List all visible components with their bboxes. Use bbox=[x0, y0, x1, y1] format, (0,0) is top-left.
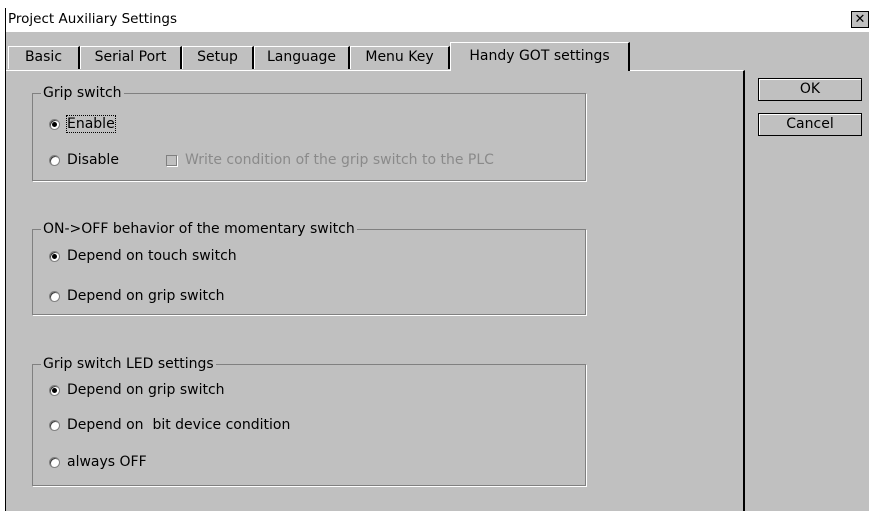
radio-checked-icon bbox=[49, 384, 60, 396]
write-condition-checkbox[interactable]: Write condition of the grip switch to th… bbox=[166, 151, 494, 169]
radio-unchecked-icon bbox=[49, 419, 60, 431]
tab-language[interactable]: Language bbox=[254, 46, 350, 69]
radio-unchecked-icon bbox=[49, 456, 60, 468]
grip-disable-radio[interactable]: Disable bbox=[49, 151, 119, 169]
momentary-switch-title: ON->OFF behavior of the momentary switch bbox=[41, 220, 357, 238]
checkbox-icon bbox=[166, 154, 177, 166]
radio-checked-icon bbox=[49, 118, 60, 130]
radio-unchecked-icon bbox=[49, 290, 60, 302]
grip-disable-label: Disable bbox=[67, 152, 119, 168]
tab-handy-got-settings[interactable]: Handy GOT settings bbox=[450, 42, 630, 71]
grip-switch-title: Grip switch bbox=[41, 84, 124, 102]
tab-menu-key[interactable]: Menu Key bbox=[350, 46, 450, 69]
write-condition-label: Write condition of the grip switch to th… bbox=[185, 152, 494, 168]
window-title: Project Auxiliary Settings bbox=[8, 11, 177, 27]
grip-switch-label: Depend on grip switch bbox=[67, 288, 225, 304]
ok-button[interactable]: OK bbox=[758, 78, 862, 101]
radio-unchecked-icon bbox=[49, 154, 60, 166]
tab-basic[interactable]: Basic bbox=[8, 46, 80, 69]
momentary-switch-group: ON->OFF behavior of the momentary switch… bbox=[32, 220, 586, 315]
led-settings-group: Grip switch LED settings Depend on grip … bbox=[32, 355, 586, 486]
cancel-button[interactable]: Cancel bbox=[758, 113, 862, 136]
title-bar: Project Auxiliary Settings ✕ bbox=[6, 8, 869, 32]
led-bit-device-label: Depend on bit device condition bbox=[67, 417, 291, 433]
tab-strip: Basic Serial Port Setup Language Menu Ke… bbox=[6, 32, 869, 74]
touch-switch-label: Depend on touch switch bbox=[67, 248, 237, 264]
tab-serial-port[interactable]: Serial Port bbox=[80, 46, 182, 69]
led-settings-title: Grip switch LED settings bbox=[41, 355, 216, 373]
led-always-off-label: always OFF bbox=[67, 454, 147, 470]
grip-switch-radio[interactable]: Depend on grip switch bbox=[49, 287, 225, 305]
grip-enable-radio[interactable]: Enable bbox=[49, 115, 116, 133]
led-grip-switch-label: Depend on grip switch bbox=[67, 382, 225, 398]
grip-switch-group: Grip switch Enable Disable Write conditi… bbox=[32, 84, 586, 181]
touch-switch-radio[interactable]: Depend on touch switch bbox=[49, 247, 237, 265]
tab-setup[interactable]: Setup bbox=[182, 46, 254, 69]
dialog-window: Project Auxiliary Settings ✕ Basic Seria… bbox=[5, 8, 869, 511]
led-bit-device-radio[interactable]: Depend on bit device condition bbox=[49, 416, 290, 434]
radio-checked-icon bbox=[49, 250, 60, 262]
close-icon[interactable]: ✕ bbox=[851, 11, 869, 28]
led-always-off-radio[interactable]: always OFF bbox=[49, 453, 147, 471]
led-grip-switch-radio[interactable]: Depend on grip switch bbox=[49, 381, 225, 399]
tab-panel: Grip switch Enable Disable Write conditi… bbox=[6, 70, 745, 511]
grip-enable-label: Enable bbox=[66, 115, 116, 133]
